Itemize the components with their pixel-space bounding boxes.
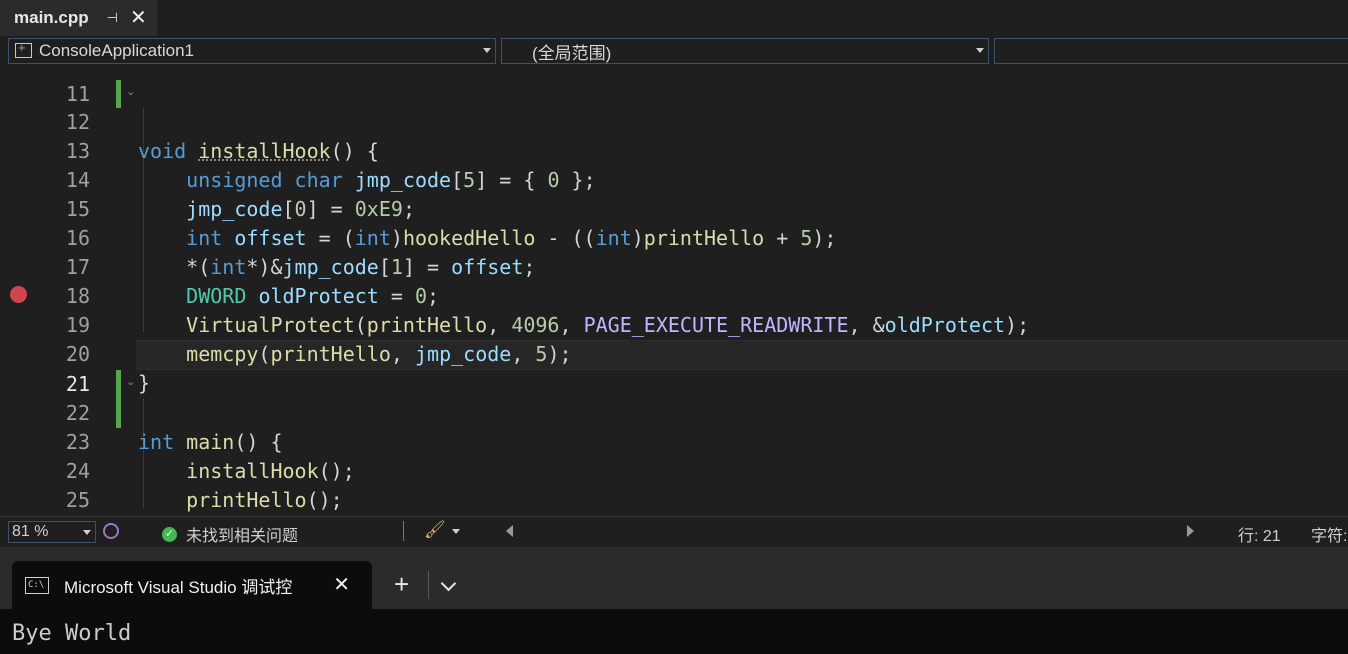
code-line: 15 int offset = (int)hookedHello - ((int… (0, 166, 1348, 250)
navigation-bar: ConsoleApplication1 (全局范围) (0, 36, 1348, 68)
close-icon[interactable]: ✕ (130, 8, 147, 28)
project-dropdown[interactable]: ConsoleApplication1 (8, 38, 496, 64)
project-icon (15, 40, 32, 58)
code-line: 25 return 0; (0, 457, 1348, 512)
code-line: 20 } (0, 311, 1348, 395)
code-line: 14 jmp_code[0] = 0xE9; (0, 137, 1348, 221)
console-output: Bye World (12, 621, 132, 646)
chevron-down-icon[interactable] (440, 575, 457, 592)
divider (403, 521, 404, 541)
terminal-tab[interactable]: C:\ Microsoft Visual Studio 调试控 ✕ (12, 561, 372, 609)
scroll-left-arrow[interactable] (506, 525, 513, 537)
document-tab-strip: main.cpp ⊣ ✕ (0, 0, 1348, 38)
code-line: 26 } (0, 486, 1348, 515)
code-line: 18 VirtualProtect(printHello, 4096, PAGE… (0, 253, 1348, 337)
line-indicator: 行: 21 (1238, 528, 1281, 545)
code-editor[interactable]: ⌄ ⌄ 11 12 void installHook() { 13 unsign… (0, 68, 1348, 516)
code-line: 22 int main() { (0, 370, 1348, 454)
code-line: 12 void installHook() { (0, 79, 1348, 163)
close-icon[interactable]: ✕ (333, 572, 350, 597)
chevron-down-icon (83, 530, 91, 535)
issues-text: 未找到相关问题 (186, 528, 299, 545)
terminal-tab-title: Microsoft Visual Studio 调试控 (64, 577, 293, 597)
copilot-icon[interactable] (103, 523, 119, 539)
zoom-dropdown[interactable]: 81 % (8, 521, 96, 543)
column-indicator: 字符: (1311, 528, 1348, 545)
terminal-tab-bar: C:\ Microsoft Visual Studio 调试控 ✕ + (0, 547, 1348, 609)
code-line: 13 unsigned char jmp_code[5] = { 0 }; (0, 108, 1348, 192)
scope-dropdown[interactable]: (全局范围) (501, 38, 989, 64)
code-line: 19 memcpy(printHello, jmp_code, 5); (0, 282, 1348, 366)
console-icon: C:\ (25, 576, 49, 594)
zoom-value: 81 % (12, 523, 49, 540)
scroll-right-arrow[interactable] (1187, 525, 1194, 537)
file-tab-main-cpp[interactable]: main.cpp ⊣ ✕ (0, 0, 157, 36)
member-dropdown[interactable] (994, 38, 1348, 64)
new-tab-button[interactable]: + (394, 569, 409, 599)
check-icon: ✓ (162, 526, 177, 542)
editor-status-bar: 81 % ✓ 未找到相关问题 🖌 行: 21 字符: (0, 516, 1348, 547)
code-line: 16 *(int*)&jmp_code[1] = offset; (0, 195, 1348, 279)
scope-dropdown-value: (全局范围) (532, 43, 612, 63)
divider (428, 571, 429, 599)
debug-console-window: C:\ Microsoft Visual Studio 调试控 ✕ + Bye … (0, 547, 1348, 654)
chevron-down-icon[interactable] (452, 529, 460, 534)
code-line-current: 21 (0, 341, 1348, 396)
chevron-down-icon (976, 48, 984, 53)
code-line: 23 installHook(); (0, 399, 1348, 483)
code-line: 24 printHello(); (0, 428, 1348, 512)
project-dropdown-value: ConsoleApplication1 (39, 41, 194, 60)
file-tab-label: main.cpp (14, 8, 89, 27)
pin-icon[interactable]: ⊣ (107, 10, 118, 26)
code-line: 17 DWORD oldProtect = 0; (0, 224, 1348, 308)
chevron-down-icon (483, 48, 491, 53)
code-cleanup-brush-icon[interactable]: 🖌 (424, 520, 446, 540)
issues-indicator[interactable]: ✓ 未找到相关问题 (162, 522, 298, 546)
